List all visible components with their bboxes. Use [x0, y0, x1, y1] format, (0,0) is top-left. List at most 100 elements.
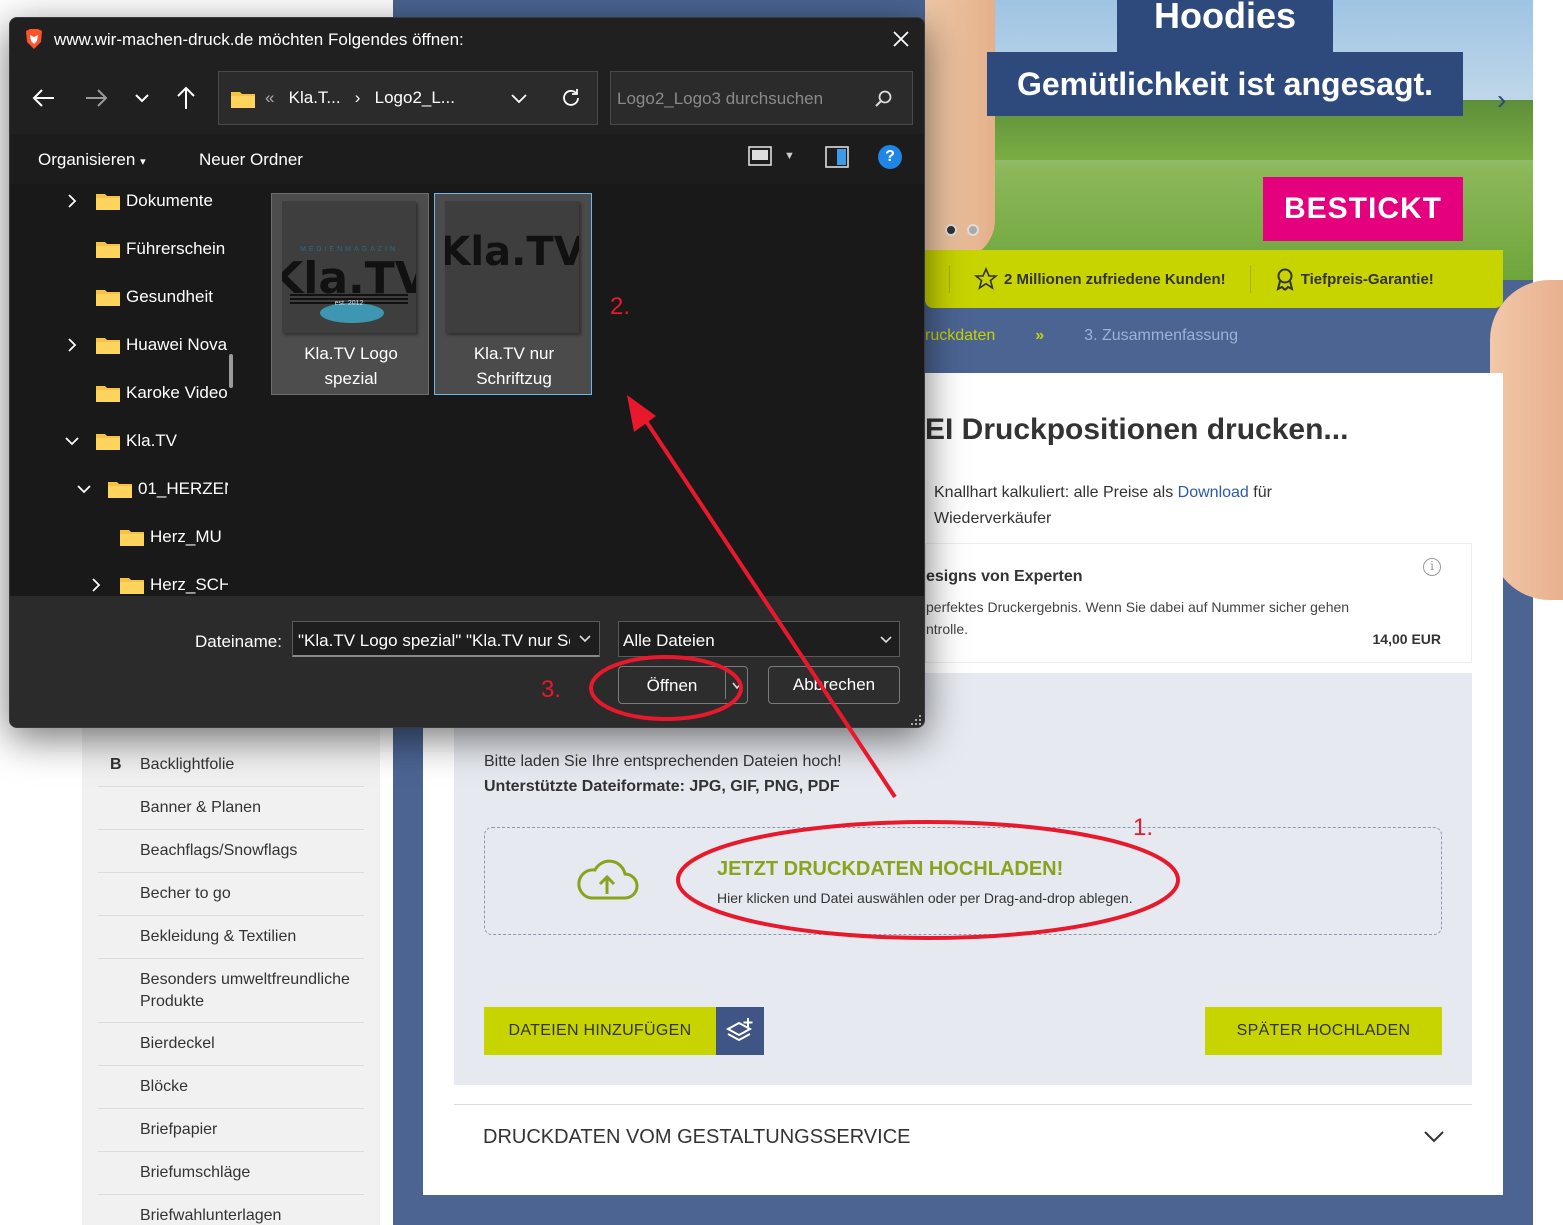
file-item[interactable]: MEDIENMAGAZIN Kla.TV est. 2012 Kla.TV Lo… — [269, 193, 429, 395]
address-separator[interactable]: › — [355, 88, 361, 107]
category-item[interactable]: Becher to go — [98, 873, 364, 916]
chevron-down-icon[interactable] — [1424, 1130, 1444, 1144]
chevron-down-icon[interactable] — [509, 88, 529, 108]
preview-pane-icon[interactable] — [825, 146, 849, 168]
add-files-icon-button[interactable] — [716, 1007, 764, 1055]
accordion-design-service[interactable]: DRUCKDATEN VOM GESTALTUNGSSERVICE — [483, 1126, 910, 1149]
help-icon[interactable]: ? — [878, 145, 902, 169]
refresh-icon[interactable] — [559, 86, 583, 110]
tree-item[interactable]: Huawei Nova — [10, 321, 230, 369]
slider-dot-active[interactable] — [945, 224, 957, 236]
search-box[interactable]: Logo2_Logo3 durchsuchen — [610, 71, 913, 125]
category-label: Backlightfolie — [140, 756, 235, 773]
tree-item[interactable]: Führerschein — [10, 225, 230, 273]
category-label: Bekleidung & Textilien — [140, 928, 297, 945]
chevron-down-icon[interactable]: ▼ — [784, 150, 795, 162]
tree-item-label: Karoke Video — [126, 383, 228, 402]
dropzone-title: JETZT DRUCKDATEN HOCHLADEN! — [717, 858, 1064, 880]
design-service-option[interactable]: esigns von Experten perfektes Druckergeb… — [925, 543, 1472, 663]
step-summary[interactable]: 3. Zusammenfassung — [1084, 327, 1238, 345]
hero-badge: BESTICKT — [1263, 177, 1463, 241]
dialog-toolbar: Organisieren ▾ Neuer Ordner ▼ ? — [10, 134, 924, 184]
dialog-titlebar[interactable]: www.wir-machen-druck.de möchten Folgende… — [10, 18, 924, 62]
new-folder-button[interactable]: Neuer Ordner — [199, 150, 303, 170]
tree-item[interactable]: Gesundheit — [10, 273, 230, 321]
tree-item[interactable]: Herz_MU — [10, 513, 230, 561]
folder-icon — [96, 290, 120, 306]
cloud-upload-icon — [577, 859, 639, 900]
upload-hint: Bitte laden Sie Ihre entsprechenden Date… — [484, 749, 842, 799]
tree-item[interactable]: Herz_SCH — [10, 561, 230, 596]
chevron-right-icon[interactable] — [88, 577, 104, 593]
accordion-divider — [454, 1104, 1472, 1105]
category-item[interactable]: Briefwahlunterlagen — [98, 1195, 364, 1225]
category-item[interactable]: Besonders umweltfreundliche Produkte — [98, 959, 364, 1023]
address-overflow[interactable]: « — [265, 88, 274, 107]
up-arrow-icon[interactable] — [172, 84, 200, 112]
tree-item[interactable]: Dokumente — [10, 184, 230, 225]
nav-scrollbar[interactable] — [229, 354, 233, 388]
recent-locations-chevron-icon[interactable] — [128, 84, 156, 112]
filetype-select[interactable]: Alle Dateien — [618, 621, 900, 657]
category-item[interactable]: Beachflags/Snowflags — [98, 830, 364, 873]
folder-icon — [96, 434, 120, 450]
chevron-down-icon[interactable] — [578, 633, 592, 645]
address-segment[interactable]: Logo2_L... — [375, 88, 455, 107]
address-bar[interactable]: « Kla.T... › Logo2_L... — [218, 71, 598, 125]
tree-item[interactable]: Kla.TV — [10, 417, 230, 465]
chevron-right-icon[interactable] — [64, 193, 80, 209]
cancel-button[interactable]: Abbrechen — [768, 666, 900, 704]
download-link[interactable]: Download — [1178, 484, 1249, 501]
tree-item[interactable]: Karoke Video — [10, 369, 230, 417]
category-item[interactable]: Banner & Planen — [98, 787, 364, 830]
svg-text:MEDIENMAGAZIN: MEDIENMAGAZIN — [300, 246, 398, 253]
close-icon[interactable] — [890, 28, 912, 50]
slider-next-icon[interactable]: › — [1497, 84, 1506, 116]
info-icon[interactable]: i — [1423, 558, 1441, 576]
supported-formats: Unterstützte Dateiformate: JPG, GIF, PNG… — [484, 778, 840, 795]
chevron-down-icon — [880, 636, 892, 644]
category-item[interactable]: Bekleidung & Textilien — [98, 916, 364, 959]
svg-text:Kla.TV: Kla.TV — [445, 229, 579, 275]
organize-label: Organisieren — [38, 150, 136, 169]
open-button[interactable]: Öffnen — [618, 666, 748, 704]
open-options-chevron-icon[interactable] — [731, 681, 743, 691]
address-segment[interactable]: Kla.T... — [289, 88, 341, 107]
filename-input[interactable]: "Kla.TV Logo spezial" "Kla.TV nur Schrif… — [292, 621, 600, 657]
brave-browser-icon — [26, 29, 42, 49]
upload-hint-text: Bitte laden Sie Ihre entsprechenden Date… — [484, 753, 842, 770]
dialog-title: www.wir-machen-druck.de möchten Folgende… — [54, 30, 464, 49]
search-icon[interactable] — [873, 88, 895, 110]
navigation-pane[interactable]: Dokumente Führerschein Gesundheit Huawei No… — [10, 184, 246, 596]
step-druckdaten[interactable]: ruckdaten — [925, 327, 995, 345]
category-item[interactable]: Bierdeckel — [98, 1023, 364, 1066]
view-mode-icon[interactable] — [748, 146, 772, 168]
category-item[interactable]: Briefumschläge — [98, 1152, 364, 1195]
slider-dot[interactable] — [967, 224, 979, 236]
organize-menu[interactable]: Organisieren ▾ — [38, 150, 146, 170]
upload-dropzone[interactable]: JETZT DRUCKDATEN HOCHLADEN! Hier klicken… — [484, 827, 1442, 935]
file-item-selected[interactable]: Kla.TV Kla.TV nur Schriftzug — [434, 193, 592, 395]
chevron-down-icon[interactable] — [76, 481, 92, 497]
upload-later-button[interactable]: SPÄTER HOCHLADEN — [1205, 1007, 1442, 1055]
category-item[interactable]: B Backlightfolie — [98, 744, 364, 787]
tree-item[interactable]: 01_HERZEN — [10, 465, 230, 513]
hero-banner[interactable]: Hoodies Gemütlichkeit ist angesagt. BEST… — [925, 0, 1533, 280]
resize-grip-icon[interactable] — [910, 714, 922, 726]
folder-icon — [120, 578, 144, 594]
add-files-button[interactable]: DATEIEN HINZUFÜGEN — [484, 1007, 716, 1055]
folder-icon — [96, 386, 120, 402]
category-label: Besonders umweltfreundliche Produkte — [140, 970, 350, 1010]
chevron-down-icon[interactable] — [64, 433, 80, 449]
category-item[interactable]: Blöcke — [98, 1066, 364, 1109]
category-label: Becher to go — [140, 885, 231, 902]
filename-label: Dateiname: — [195, 632, 282, 651]
chevron-right-icon[interactable] — [64, 337, 80, 353]
trust-price-label: Tiefpreis-Garantie! — [1300, 270, 1434, 288]
category-label: Briefpapier — [140, 1121, 218, 1138]
category-item[interactable]: Briefpapier — [98, 1109, 364, 1152]
step-arrow: » — [1035, 327, 1045, 344]
forward-arrow-icon[interactable] — [82, 84, 110, 112]
back-arrow-icon[interactable] — [30, 84, 58, 112]
search-input[interactable]: Logo2_Logo3 durchsuchen — [617, 89, 823, 109]
